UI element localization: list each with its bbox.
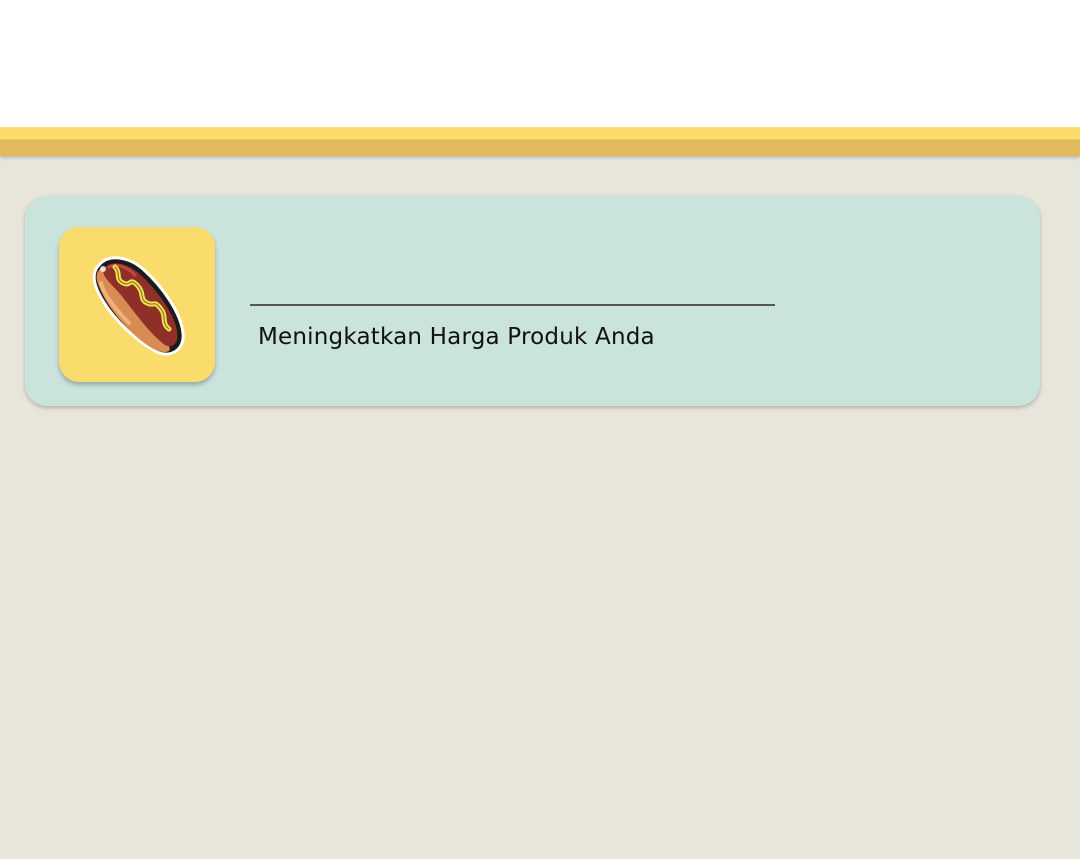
header-band [0,127,1080,156]
hotdog-icon [92,256,185,356]
card-title: Meningkatkan Harga Produk Anda [258,324,655,350]
product-icon-tile[interactable] [59,227,215,382]
top-blank-area [0,0,1080,127]
upgrade-price-card[interactable]: Meningkatkan Harga Produk Anda [25,196,1040,406]
title-divider-line [250,304,775,306]
